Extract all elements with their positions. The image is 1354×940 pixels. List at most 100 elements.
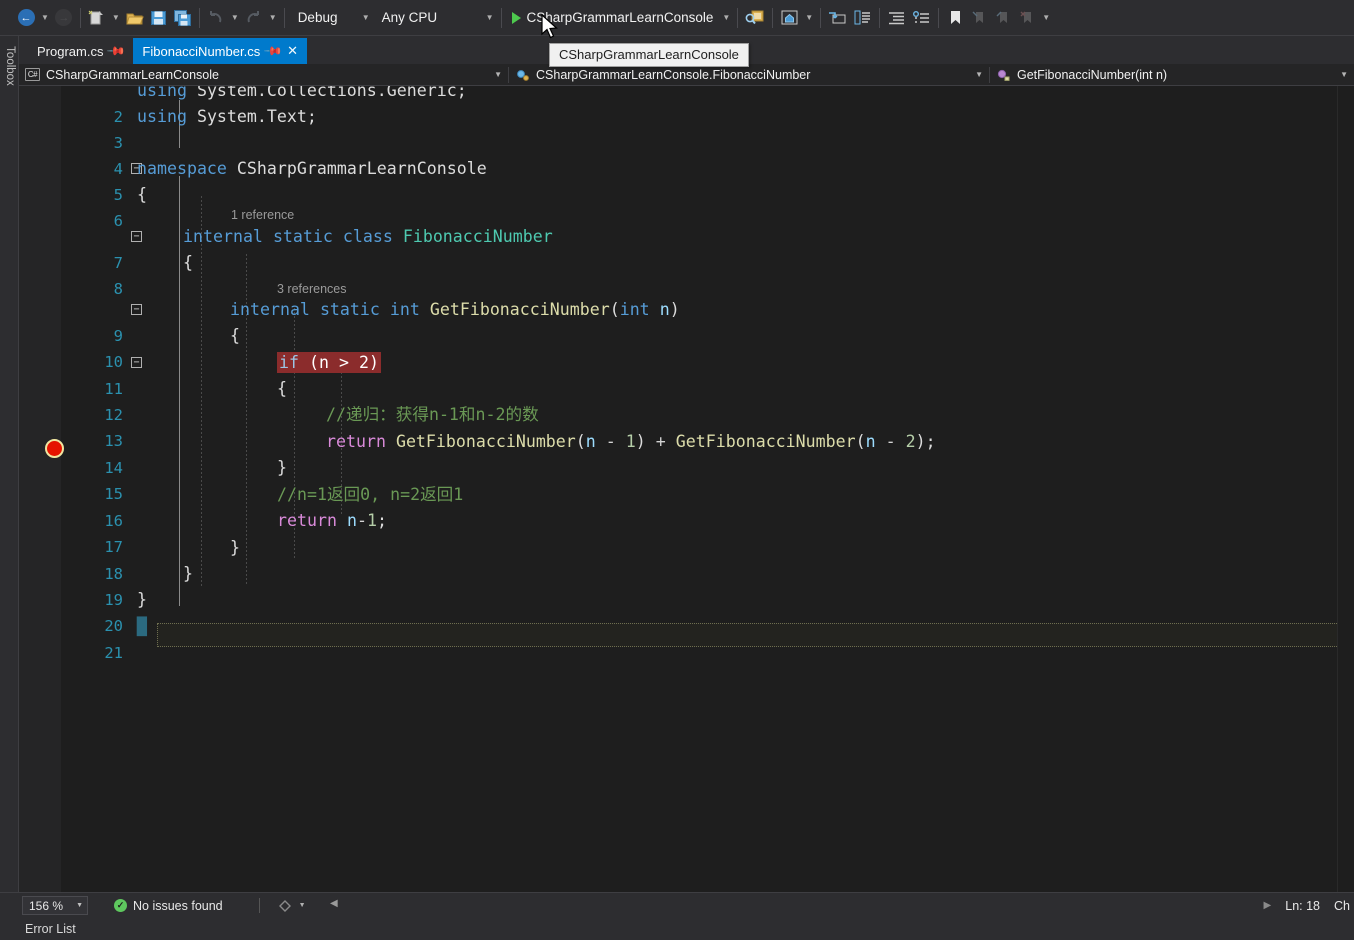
comment-button[interactable] [909, 5, 934, 31]
code-line[interactable]: 12 { [61, 376, 1354, 424]
code-line[interactable]: 2 using System.Collections.Generic; [61, 86, 1354, 126]
prev-bookmark-icon [972, 11, 983, 23]
error-list-tab[interactable]: Error List [25, 922, 76, 936]
solution-configuration-combo[interactable]: Debug [290, 7, 358, 29]
chevron-down-icon[interactable]: ▼ [299, 902, 306, 909]
zoom-level-value: 156 % [29, 898, 64, 913]
breakpoint-gutter[interactable] [19, 86, 61, 892]
code-line[interactable]: 5 − namespace CSharpGrammarLearnConsole [61, 156, 1354, 204]
close-icon[interactable]: ✕ [287, 43, 298, 59]
solution-explorer-button[interactable] [777, 5, 802, 31]
toolbox-rail[interactable]: Toolbox [0, 36, 19, 904]
forward-arrow-icon: → [55, 9, 73, 26]
chevron-down-icon[interactable]: ▼ [1330, 70, 1348, 79]
code-line[interactable]: 18 } [61, 535, 1354, 583]
line-content: internal static int GetFibonacciNumber(i… [230, 300, 680, 319]
tab-program-cs[interactable]: Program.cs 📌 [28, 38, 134, 64]
toolbar-separator [938, 7, 940, 28]
zoom-level-combo[interactable]: 156 % ▼ [22, 896, 88, 915]
toolbar-overflow-button[interactable]: ▼ [1039, 13, 1053, 22]
search-object-button[interactable] [742, 5, 768, 31]
code-line[interactable]: 14 return GetFibonacciNumber(n - 1) + Ge… [61, 429, 1354, 477]
redo-dropdown[interactable]: ▼ [266, 13, 280, 22]
toolbar-separator [79, 7, 81, 28]
code-line[interactable]: 9 − internal static int GetFibonacciNumb… [61, 297, 1354, 345]
undo-dropdown[interactable]: ▼ [228, 13, 242, 22]
bookmark-button[interactable] [943, 5, 967, 31]
code-line[interactable]: 10 { [61, 323, 1354, 371]
solution-configuration-value: Debug [297, 10, 338, 25]
code-line[interactable]: 17 return n-1; [61, 508, 1354, 556]
solution-platform-arrow[interactable]: ▼ [483, 13, 497, 22]
line-indicator: Ln: 18 [1285, 898, 1321, 913]
properties-window-button[interactable] [825, 5, 850, 31]
chevron-down-icon[interactable]: ▼ [76, 902, 83, 909]
save-all-icon [173, 9, 191, 26]
pin-icon[interactable]: 📌 [107, 41, 127, 61]
code-surface[interactable]: 2 using System.Collections.Generic; 3 us… [61, 86, 1354, 892]
indent-button[interactable] [884, 5, 909, 31]
chevron-down-icon[interactable]: ▼ [484, 70, 502, 79]
navbar-type-dropdown[interactable]: CSharpGrammarLearnConsole.FibonacciNumbe… [509, 64, 989, 85]
code-line[interactable]: 20 } [61, 587, 1354, 635]
navbar-project-dropdown[interactable]: C# CSharpGrammarLearnConsole ▼ [19, 64, 508, 85]
scroll-left-icon[interactable]: ◀ [330, 898, 338, 909]
play-icon [511, 11, 521, 24]
chevron-down-icon[interactable]: ▼ [965, 70, 983, 79]
code-line[interactable]: 3 using System.Text; [61, 104, 1354, 152]
issues-indicator[interactable]: ✓ No issues found [114, 899, 223, 913]
start-debug-dropdown[interactable]: ▼ [719, 13, 733, 22]
line-content: █ [137, 617, 147, 636]
code-line[interactable]: 15 } [61, 455, 1354, 503]
fold-toggle-if[interactable]: − [131, 357, 142, 368]
line-content: } [183, 564, 193, 583]
next-bookmark-button[interactable] [991, 5, 1015, 31]
line-content: //n=1返回0, n=2返回1 [277, 485, 464, 504]
clear-bookmarks-icon [1020, 11, 1031, 23]
start-debug-button[interactable]: CSharpGrammarLearnConsole [506, 6, 720, 30]
new-item-dropdown[interactable]: ▼ [109, 13, 123, 22]
code-line[interactable]: 16 //n=1返回0, n=2返回1 [61, 482, 1354, 530]
undo-button[interactable] [204, 5, 228, 31]
open-folder-icon [126, 13, 144, 24]
navigate-back-button[interactable]: ← [14, 5, 38, 31]
fold-toggle-class[interactable]: − [131, 231, 142, 242]
toolbox-window-button[interactable] [850, 5, 875, 31]
vertical-scrollbar[interactable] [1337, 86, 1354, 892]
code-editor[interactable]: 2 using System.Collections.Generic; 3 us… [19, 86, 1354, 892]
code-line[interactable]: 21 █ [61, 614, 1354, 662]
redo-button[interactable] [242, 5, 266, 31]
save-button[interactable] [147, 5, 171, 31]
line-content: return GetFibonacciNumber(n - 1) + GetFi… [326, 432, 936, 451]
navbar-project-label: CSharpGrammarLearnConsole [46, 67, 219, 82]
code-line[interactable]: 19 } [61, 561, 1354, 609]
fold-toggle-method[interactable]: − [131, 304, 142, 315]
solution-explorer-dropdown[interactable]: ▼ [802, 13, 816, 22]
code-line[interactable]: 7 − internal static class FibonacciNumbe… [61, 224, 1354, 272]
navbar-member-label: GetFibonacciNumber(int n) [1017, 67, 1168, 82]
previous-bookmark-button[interactable] [967, 5, 991, 31]
open-file-button[interactable] [123, 5, 147, 31]
code-line[interactable]: 13 //递归：获得n-1和n-2的数 [61, 402, 1354, 450]
codelens-label[interactable]: 1 reference [231, 204, 294, 226]
toolbar-separator [500, 7, 502, 28]
code-line[interactable]: 8 { [61, 250, 1354, 298]
clear-bookmarks-button[interactable] [1015, 5, 1039, 31]
navigate-forward-button[interactable]: → [52, 5, 76, 31]
new-item-button[interactable] [85, 5, 109, 31]
solution-platform-combo[interactable]: Any CPU [374, 7, 482, 29]
solution-configuration-arrow[interactable]: ▼ [359, 13, 373, 22]
pin-icon[interactable]: 📌 [263, 41, 283, 61]
save-icon [151, 10, 167, 25]
source-control-indicator[interactable]: ▼ [278, 899, 306, 913]
code-line[interactable]: 11 − if (n > 2) [61, 350, 1354, 398]
navigate-back-dropdown[interactable]: ▼ [38, 13, 52, 22]
save-all-button[interactable] [171, 5, 195, 31]
tab-fibonaccinumber-cs[interactable]: FibonacciNumber.cs 📌 ✕ [133, 38, 308, 64]
horizontal-scroll-area[interactable]: ◀ [330, 896, 1270, 912]
code-line[interactable]: 4 [61, 130, 1354, 178]
codelens-class[interactable]: 1 reference [61, 204, 1354, 226]
toolbar-separator [198, 7, 200, 28]
navbar-member-dropdown[interactable]: GetFibonacciNumber(int n) ▼ [990, 64, 1354, 85]
line-content: { [230, 326, 240, 345]
